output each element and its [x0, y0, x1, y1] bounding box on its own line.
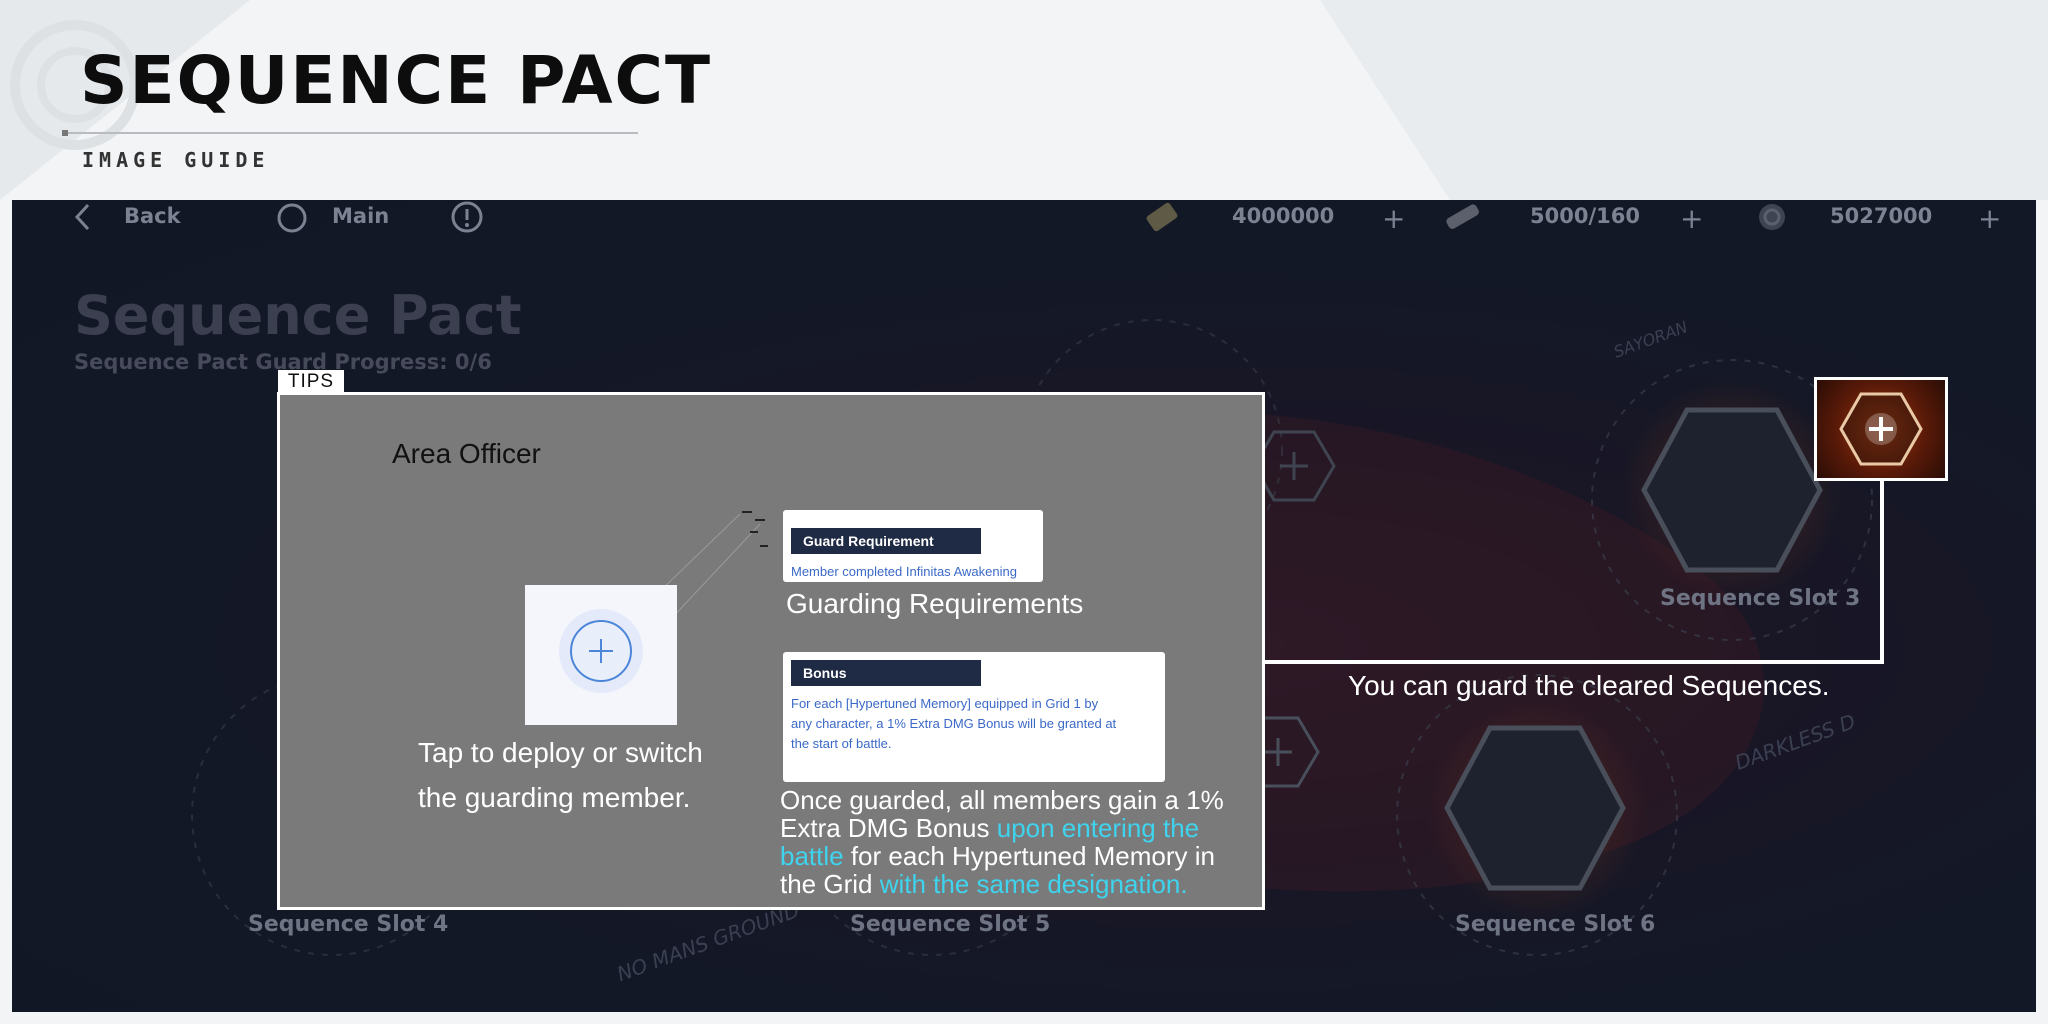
bonus-card: Bonus For each [Hypertuned Memory] equip…	[783, 652, 1165, 782]
sequence-slot-3-label[interactable]: Sequence Slot 3	[1660, 586, 1860, 611]
currency-1-value: 4000000	[1232, 204, 1335, 228]
title-divider-dot	[62, 130, 68, 136]
bonus-header: Bonus	[791, 660, 981, 686]
info-icon[interactable]	[450, 200, 484, 234]
plus-circle-icon[interactable]	[525, 585, 677, 725]
title-divider	[64, 132, 638, 134]
currency-3-value: 5027000	[1830, 204, 1933, 228]
callout-connector-vertical	[1880, 478, 1884, 664]
page-title: SEQUENCE PACT	[80, 42, 712, 119]
sequence-slot-4-label[interactable]: Sequence Slot 4	[248, 912, 448, 937]
currency-2-value: 5000/160	[1530, 204, 1640, 228]
guard-callout-caption: You can guard the cleared Sequences.	[1348, 670, 1830, 701]
top-bar: Back Main 4000000 + 5000/160 + 5027000 +	[12, 200, 2036, 235]
guard-requirement-header: Guard Requirement	[791, 528, 981, 554]
guard-slot-thumbnail[interactable]	[1814, 377, 1948, 481]
main-button[interactable]: Main	[332, 204, 389, 228]
sequence-slot-5-label[interactable]: Sequence Slot 5	[850, 912, 1050, 937]
currency-1-add-button[interactable]: +	[1382, 202, 1405, 235]
callout-connector-horizontal	[1265, 660, 1884, 664]
chevron-left-icon[interactable]	[72, 202, 92, 232]
sequence-slot-6-label[interactable]: Sequence Slot 6	[1455, 912, 1655, 937]
guarding-requirements-caption: Guarding Requirements	[786, 588, 1084, 619]
circle-icon[interactable]	[276, 202, 308, 234]
ticket-icon	[1146, 202, 1178, 232]
deploy-caption: Tap to deploy or switch the guarding mem…	[418, 737, 703, 813]
back-button[interactable]: Back	[124, 204, 181, 228]
deploy-member-card[interactable]	[525, 585, 677, 725]
page-subtitle: IMAGE GUIDE	[82, 148, 270, 172]
background-page-title: Sequence Pact	[74, 284, 522, 347]
area-officer-heading: Area Officer	[392, 438, 541, 469]
bonus-body: For each [Hypertuned Memory] equipped in…	[791, 696, 1117, 751]
coin-icon	[1759, 204, 1785, 230]
bonus-caption: Once guarded, all members gain a 1% Extr…	[780, 786, 1240, 898]
key-icon	[1446, 204, 1479, 229]
guard-requirement-card: Guard Requirement Member completed Infin…	[783, 510, 1043, 582]
currency-3-add-button[interactable]: +	[1978, 202, 2001, 235]
hex-plus-icon[interactable]	[1817, 380, 1945, 478]
tips-label: TIPS	[278, 370, 344, 394]
bonus-caption-highlight-2: with the same designation.	[879, 869, 1188, 899]
guard-requirement-body: Member completed Infinitas Awakening	[791, 564, 1017, 579]
currency-2-add-button[interactable]: +	[1680, 202, 1703, 235]
